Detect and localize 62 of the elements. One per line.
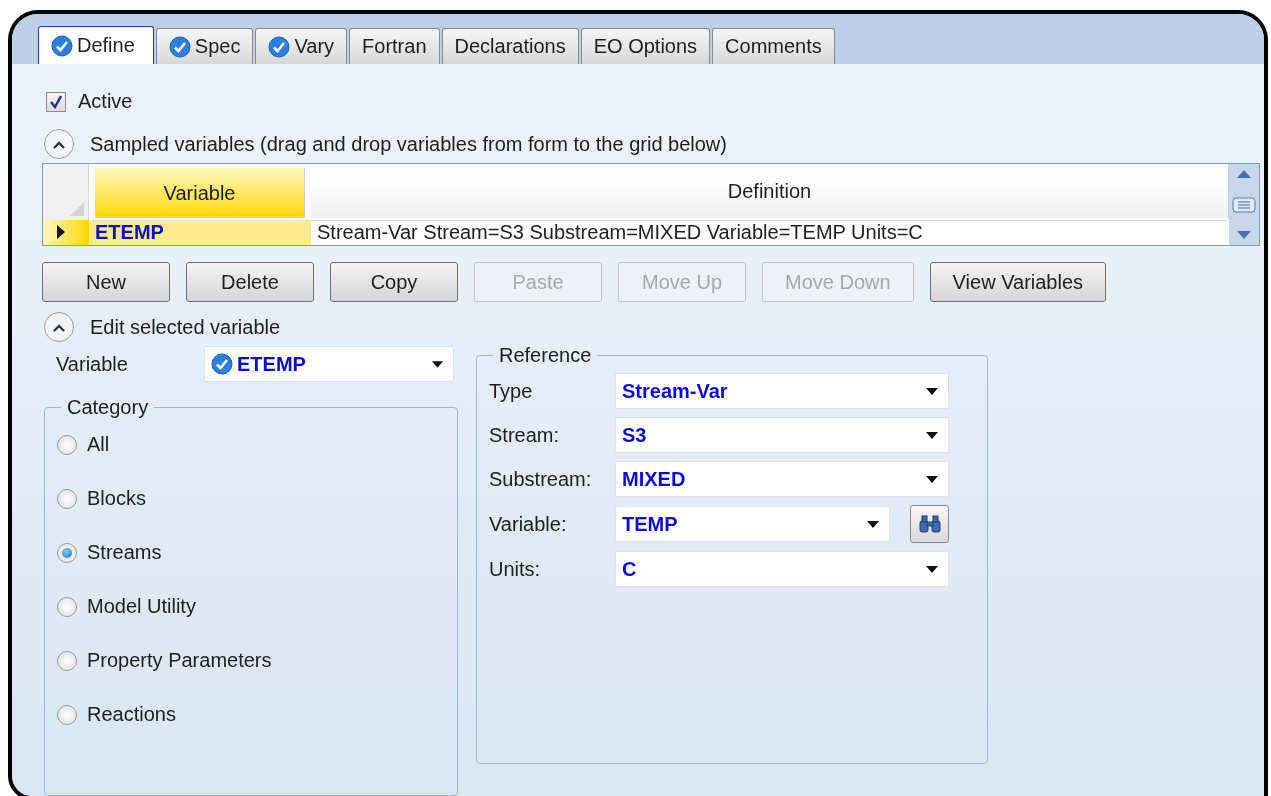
radio-button[interactable] (57, 596, 77, 617)
tab[interactable]: Declarations (441, 28, 579, 64)
dropdown-field[interactable]: S3 (615, 417, 949, 453)
button[interactable]: Copy (330, 262, 458, 302)
dropdown-field[interactable]: C (615, 551, 949, 587)
tab[interactable]: Define (38, 26, 154, 64)
radio-label: Model Utility (87, 595, 196, 618)
radio-button[interactable] (57, 704, 77, 725)
button[interactable]: View Variables (929, 262, 1107, 302)
collapse-button[interactable] (44, 312, 74, 342)
scrollbar[interactable] (1229, 164, 1259, 245)
section-title: Edit selected variable (90, 315, 281, 339)
radio-button[interactable] (57, 542, 77, 563)
section-title: Sampled variables (drag and drop variables from form to the grid below) (90, 132, 727, 156)
dropdown-caret-icon (867, 520, 880, 528)
radio-label: All (87, 433, 110, 456)
dropdown-caret-icon (926, 475, 938, 483)
group-title: Reference (498, 344, 593, 367)
field-label: Variable: (489, 512, 568, 536)
variable-dropdown[interactable]: ETEMP (204, 346, 454, 382)
field-label: Type (489, 379, 534, 403)
button[interactable]: New (42, 262, 170, 302)
dropdown-caret-icon (432, 360, 443, 368)
radio-button[interactable] (57, 650, 77, 671)
checkbox-label: Active (78, 90, 133, 113)
dropdown-field[interactable]: MIXED (615, 461, 949, 497)
tab[interactable]: Fortran (349, 28, 440, 64)
dropdown-caret-icon (926, 565, 938, 573)
column-header[interactable]: Definition (311, 164, 1229, 218)
tab[interactable]: EO Options (580, 28, 711, 64)
group-title: Category (66, 396, 150, 419)
radio-label: Blocks (87, 487, 146, 510)
chevron-up-icon (52, 139, 66, 149)
field-label: Stream: (489, 423, 561, 447)
table-cell: ETEMP (89, 219, 311, 245)
column-header[interactable]: Variable (95, 168, 305, 218)
collapse-button[interactable] (44, 129, 74, 159)
dropdown-caret-icon (926, 431, 938, 439)
binoculars-icon (917, 514, 942, 534)
dropdown-field[interactable]: TEMP (615, 506, 891, 542)
radio-label: Reactions (87, 703, 176, 726)
radio-label: Streams (87, 541, 162, 564)
field-label: Units: (489, 557, 542, 581)
button[interactable]: Delete (186, 262, 314, 302)
scroll-down-icon (1237, 231, 1251, 239)
checkmark-icon (50, 94, 62, 109)
chevron-up-icon (52, 322, 66, 332)
radio-button[interactable] (57, 434, 77, 455)
tab[interactable]: Spec (155, 28, 254, 64)
select-all-corner-icon (70, 201, 84, 216)
radio-label: Property Parameters (87, 649, 272, 672)
field-label: Substream: (489, 467, 593, 491)
tab[interactable]: Comments (712, 28, 835, 64)
checkbox[interactable] (46, 91, 66, 112)
radio-button[interactable] (57, 488, 77, 509)
scroll-thumb-icon (1232, 196, 1256, 213)
field-label: Variable (56, 352, 129, 376)
dropdown-field[interactable]: Stream-Var (615, 373, 949, 409)
binoculars-button[interactable] (910, 505, 949, 543)
scroll-up-icon (1237, 170, 1251, 178)
dropdown-caret-icon (926, 387, 938, 395)
tab[interactable]: Vary (255, 28, 348, 64)
